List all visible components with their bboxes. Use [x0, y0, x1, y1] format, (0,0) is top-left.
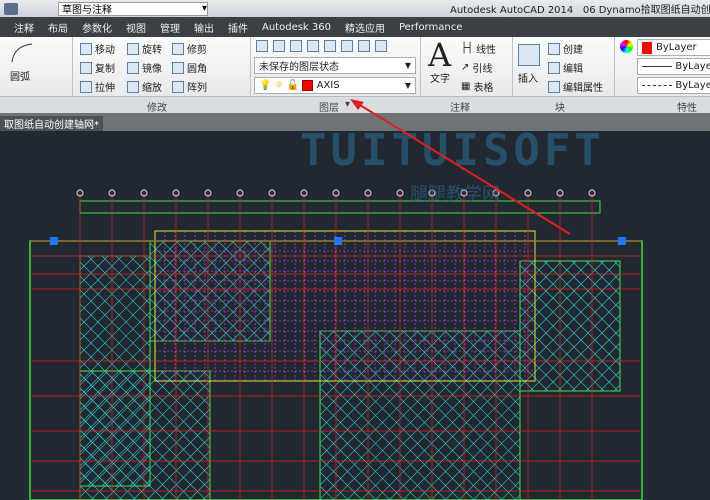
panel-modify-label[interactable]: 修改 [147, 99, 167, 114]
stretch-button[interactable]: 拉伸 [80, 79, 115, 94]
layer-dropdown[interactable]: 💡 ☼ 🔓 AXIS ▼ [254, 77, 416, 94]
layer-state-dropdown[interactable]: 未保存的图层状态 ▼ [254, 57, 416, 74]
workspace-dropdown[interactable]: 草图与注释 ▾ [58, 1, 208, 16]
trim-button[interactable]: 修剪 [172, 41, 207, 56]
lock-icon: 🔓 [286, 80, 300, 91]
fillet-button[interactable]: 圆角 [172, 60, 207, 75]
title-bar: 草图与注释 ▾ Autodesk AutoCAD 2014 06 Dynamo拾取… [0, 0, 710, 17]
panel-properties-label[interactable]: 特性 [677, 99, 697, 114]
array-button[interactable]: 阵列 [172, 79, 207, 94]
drawing-canvas[interactable] [0, 131, 710, 500]
panel-annotation-label[interactable]: 注释 [450, 99, 470, 114]
edit-block-button[interactable]: 编辑 [548, 60, 583, 75]
mirror-button[interactable]: 镜像 [127, 60, 162, 75]
insert-icon [518, 44, 540, 66]
lineweight-dropdown[interactable]: ByLayer [637, 77, 710, 94]
copy-button[interactable]: 复制 [80, 60, 115, 75]
scale-button[interactable]: 缩放 [127, 79, 162, 94]
panel-block-label[interactable]: 块 [555, 99, 565, 114]
grip-handle [618, 237, 626, 245]
quick-access-icons[interactable] [4, 2, 18, 15]
panel-layers-label[interactable]: 图层 [319, 99, 339, 114]
edit-attributes-button[interactable]: 编辑属性 [548, 79, 603, 94]
grip-handle [50, 237, 58, 245]
table-icon: ▦ [461, 81, 471, 92]
tab-manage[interactable]: 管理 [160, 20, 180, 35]
leader-icon: ↗ [461, 62, 470, 73]
create-block-button[interactable]: 创建 [548, 41, 583, 56]
rotate-button[interactable]: 旋转 [127, 41, 162, 56]
watermark-cn: 腿腿教学网 [410, 184, 500, 205]
tab-view[interactable]: 视图 [126, 20, 146, 35]
layer-color-swatch [302, 80, 314, 91]
tab-performance[interactable]: Performance [399, 22, 462, 33]
leader-button[interactable]: ↗ 引线 [461, 60, 492, 75]
arc-icon [10, 42, 36, 64]
arc-button[interactable]: 圆弧 [10, 68, 30, 83]
color-wheel-icon [620, 40, 633, 53]
linear-dimension-button[interactable]: ├┤ 线性 [461, 41, 496, 56]
tab-output[interactable]: 输出 [194, 20, 214, 35]
panel-labels: 修改 图层 ▾ 注释 块 特性 [0, 97, 710, 114]
tab-layout[interactable]: 布局 [48, 20, 68, 35]
table-button[interactable]: ▦ 表格 [461, 79, 493, 94]
chevron-down-icon: ▾ [201, 3, 207, 14]
insert-button[interactable]: 插入 [518, 70, 538, 85]
tab-plugins[interactable]: 插件 [228, 20, 248, 35]
text-icon: A [428, 36, 452, 74]
tab-autodesk360[interactable]: Autodesk 360 [262, 22, 331, 33]
color-dropdown[interactable]: ByLayer [637, 39, 710, 56]
tab-parametric[interactable]: 参数化 [82, 20, 112, 35]
text-button[interactable]: 文字 [430, 70, 450, 85]
window-title: Autodesk AutoCAD 2014 06 Dynamo拾取图纸自动创建 [450, 5, 710, 16]
sun-icon: ☼ [274, 80, 284, 91]
tab-featured-apps[interactable]: 精选应用 [345, 20, 385, 35]
layer-tools-icons[interactable] [256, 40, 387, 52]
watermark-logo: TUITUISOFT [300, 125, 605, 176]
tab-annotate[interactable]: 注释 [14, 20, 34, 35]
document-tab[interactable]: 取图纸自动创建轴网* [0, 116, 103, 131]
grip-handle [334, 237, 342, 245]
dimension-icon: ├┤ [461, 43, 474, 54]
workspace-label: 草图与注释 [62, 5, 112, 16]
lightbulb-icon: 💡 [259, 80, 272, 91]
move-button[interactable]: 移动 [80, 41, 115, 56]
linetype-dropdown[interactable]: ByLayer [637, 58, 710, 75]
ribbon-tabs: 注释 布局 参数化 视图 管理 输出 插件 Autodesk 360 精选应用 … [0, 17, 710, 37]
